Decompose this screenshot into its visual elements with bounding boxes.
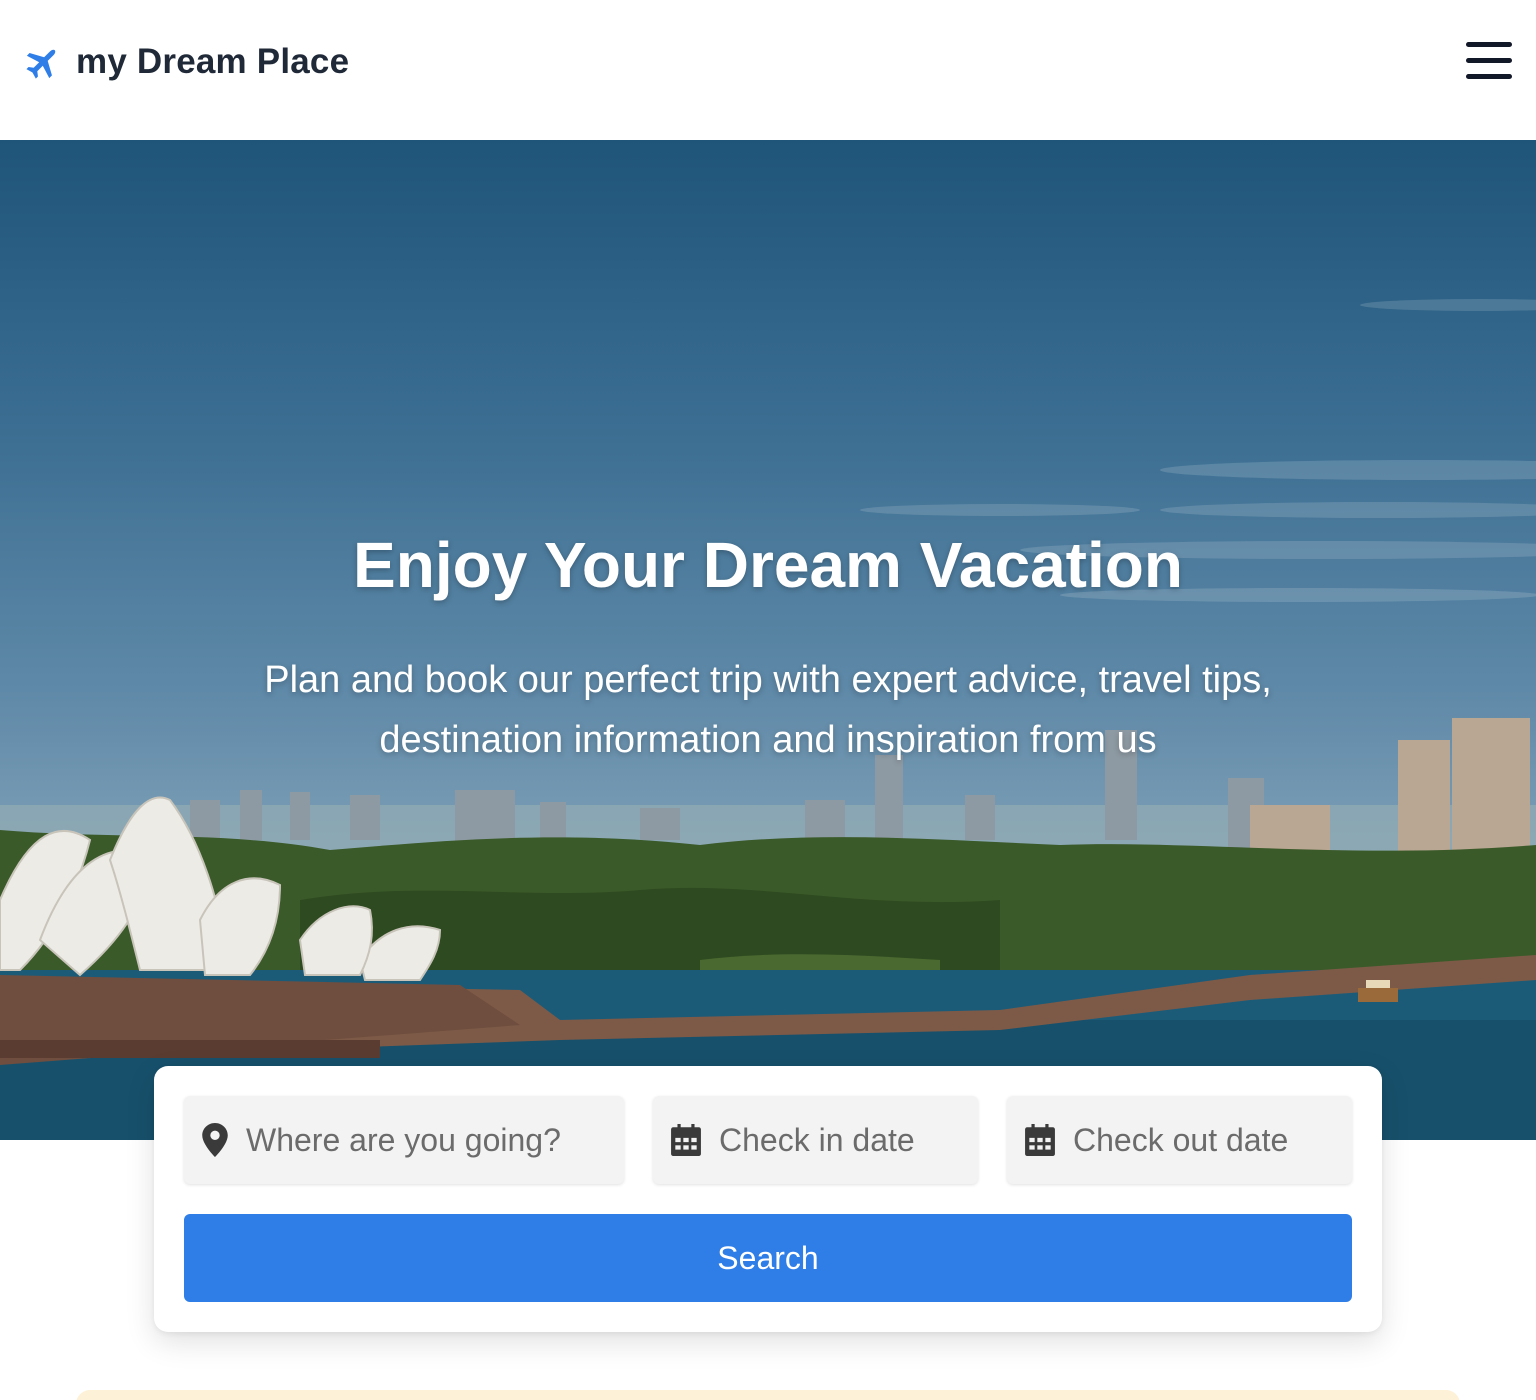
map-pin-icon (202, 1123, 228, 1157)
check-out-input[interactable] (1073, 1110, 1352, 1170)
brand-name: my Dream Place (76, 42, 350, 81)
check-in-field[interactable] (653, 1096, 978, 1184)
hero-subtitle: Plan and book our perfect trip with expe… (264, 659, 1272, 761)
hero-section: Enjoy Your Dream Vacation Plan and book … (0, 140, 1536, 1140)
harbour-city-image (0, 299, 1536, 1140)
destination-field[interactable] (184, 1096, 624, 1184)
next-section-edge (76, 1390, 1460, 1400)
airplane-icon (26, 49, 56, 79)
menu-bar (1466, 74, 1512, 79)
hamburger-menu-icon[interactable] (1466, 40, 1512, 82)
calendar-icon (671, 1124, 701, 1156)
hero-title: Enjoy Your Dream Vacation (353, 529, 1183, 601)
menu-bar (1466, 42, 1512, 47)
calendar-icon (1025, 1124, 1055, 1156)
check-out-field[interactable] (1007, 1096, 1352, 1184)
site-header: my Dream Place (0, 0, 1536, 140)
brand-logo-link[interactable]: my Dream Place (24, 40, 349, 84)
search-form-card: Search (154, 1066, 1382, 1332)
menu-bar (1466, 58, 1512, 63)
check-in-input[interactable] (719, 1110, 978, 1170)
search-button[interactable]: Search (184, 1214, 1352, 1302)
destination-input[interactable] (246, 1110, 624, 1170)
